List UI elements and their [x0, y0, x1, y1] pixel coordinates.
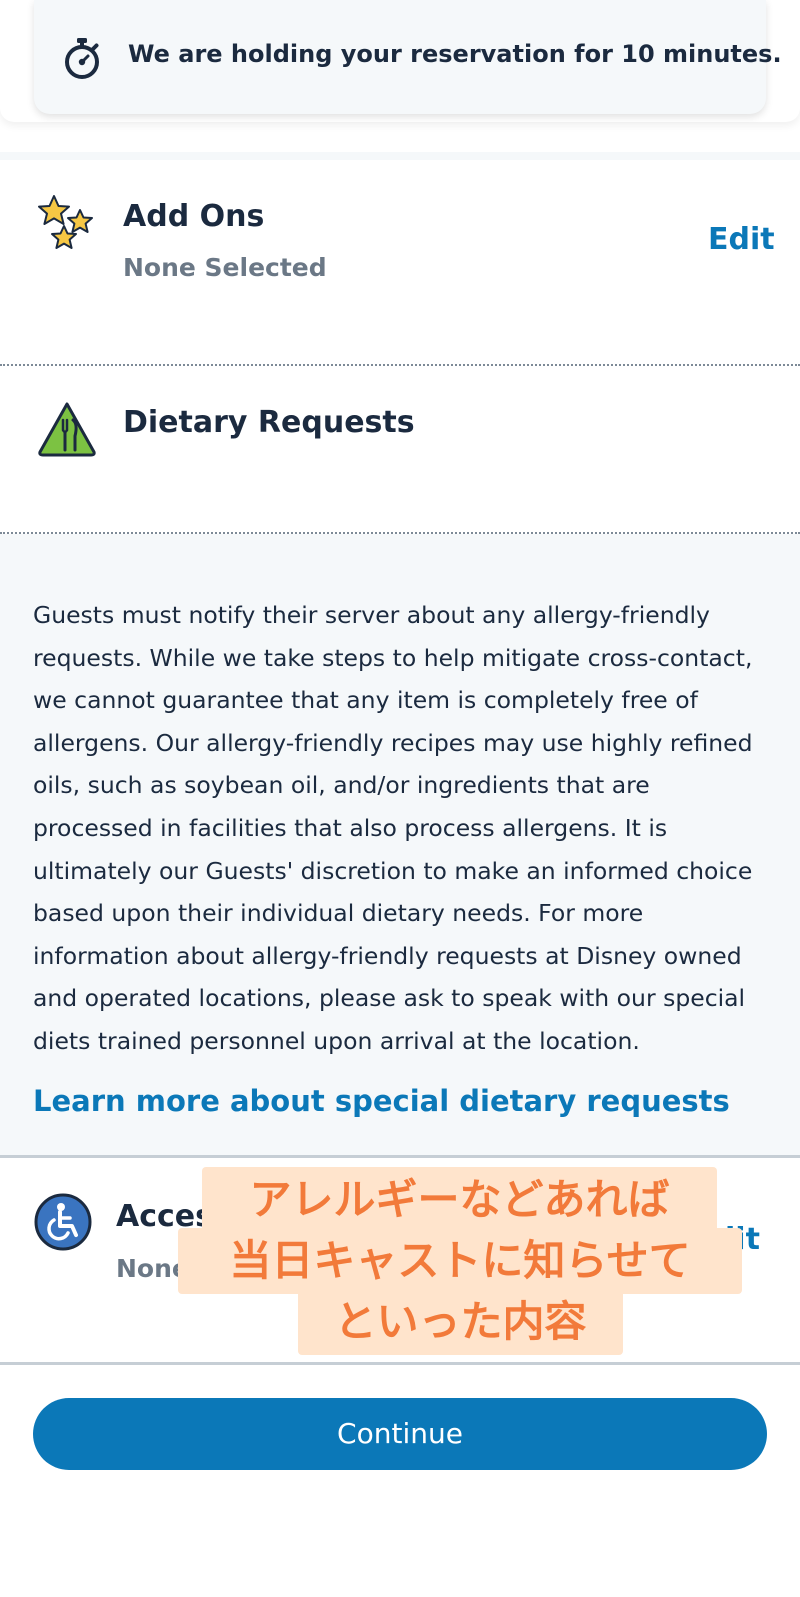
add-ons-status: None Selected — [123, 253, 327, 282]
fork-knife-icon — [38, 402, 96, 457]
reservation-timer-card: We are holding your reservation for 10 m… — [34, 0, 782, 114]
dietary-requests-title: Dietary Requests — [123, 405, 415, 440]
timer-banner-container: We are holding your reservation for 10 m… — [0, 0, 800, 122]
continue-button[interactable]: Continue — [33, 1398, 767, 1470]
wheelchair-icon — [34, 1193, 92, 1251]
annotation-line-1: アレルギーなどあれば — [202, 1167, 717, 1233]
stars-icon — [38, 195, 93, 249]
add-ons-edit-link[interactable]: Edit — [708, 222, 775, 257]
timer-message: We are holding your reservation for 10 m… — [128, 40, 782, 68]
add-ons-title: Add Ons — [123, 199, 265, 234]
learn-more-dietary-link[interactable]: Learn more about special dietary request… — [33, 1084, 730, 1118]
section-divider — [0, 1155, 800, 1158]
section-divider — [0, 364, 800, 366]
section-divider — [0, 1362, 800, 1365]
annotation-line-2: 当日キャストに知らせて — [178, 1228, 742, 1294]
section-gap — [0, 152, 800, 160]
annotation-line-3: といった内容 — [298, 1289, 623, 1355]
stopwatch-icon — [65, 38, 99, 79]
allergy-notice-text: Guests must notify their server about an… — [33, 601, 753, 1055]
